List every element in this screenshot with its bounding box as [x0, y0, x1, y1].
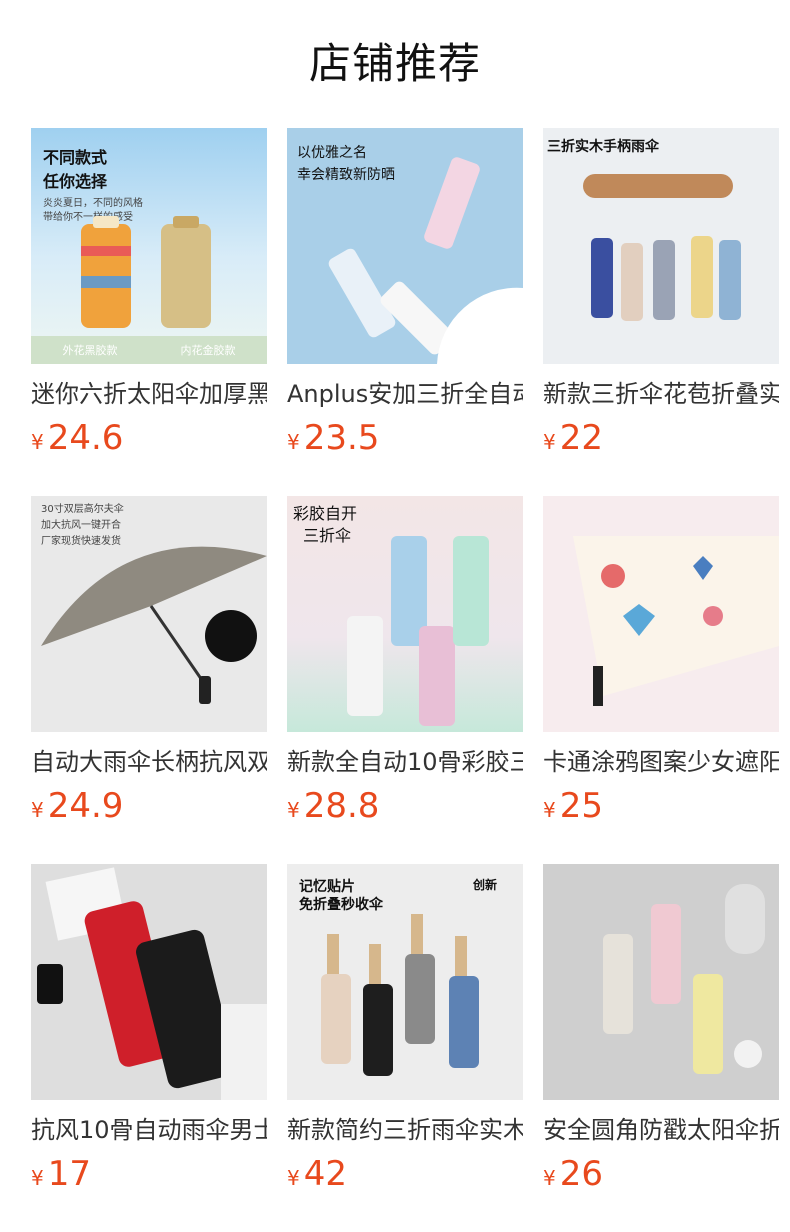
image-caption: 炎炎夏日，不同的风格 — [43, 198, 143, 209]
product-name[interactable]: 新款三折伞花苞折叠实木手柄雨伞 — [543, 378, 779, 410]
price-value: 26 — [559, 1154, 603, 1194]
product-price: ¥28.8 — [287, 786, 523, 832]
variant-label: 内花金胶款 — [180, 344, 236, 357]
product-image[interactable] — [31, 864, 267, 1100]
currency-symbol: ¥ — [31, 798, 44, 822]
product-card[interactable]: 记忆贴片 免折叠秒收伞 创新 新款简约三折雨伞实木手柄 ¥42 — [287, 864, 523, 1200]
umbrella-illustration — [573, 536, 779, 706]
product-name[interactable]: 迷你六折太阳伞加厚黑胶防晒防紫外线 — [31, 378, 267, 410]
product-name[interactable]: 抗风10骨自动雨伞男士商务 — [31, 1114, 267, 1146]
currency-symbol: ¥ — [543, 1166, 556, 1190]
price-value: 25 — [559, 786, 603, 826]
product-card[interactable]: 不同款式 任你选择 炎炎夏日，不同的风格 带给你不一样的感受 外花黑胶款 内花金… — [31, 128, 267, 464]
product-price: ¥22 — [543, 418, 779, 464]
product-price: ¥24.6 — [31, 418, 267, 464]
product-image[interactable]: 不同款式 任你选择 炎炎夏日，不同的风格 带给你不一样的感受 外花黑胶款 内花金… — [31, 128, 267, 364]
product-card[interactable]: 卡通涂鸦图案少女遮阳伞 ¥25 — [543, 496, 779, 832]
product-card[interactable]: 抗风10骨自动雨伞男士商务 ¥17 — [31, 864, 267, 1200]
image-caption: 任你选择 — [43, 172, 108, 191]
umbrella-illustration — [37, 867, 267, 1100]
currency-symbol: ¥ — [287, 1166, 300, 1190]
umbrella-illustration — [321, 914, 479, 1076]
product-card[interactable]: 三折实木手柄雨伞 新款三折伞花苞折叠实木手柄雨伞 ¥22 — [543, 128, 779, 464]
price-value: 22 — [559, 418, 603, 458]
product-image[interactable]: 30寸双层高尔夫伞 加大抗风一键开合 厂家现货快速发货 — [31, 496, 267, 732]
umbrella-illustration — [41, 546, 267, 704]
currency-symbol: ¥ — [287, 430, 300, 454]
product-image[interactable] — [543, 496, 779, 732]
variant-label: 外花黑胶款 — [62, 344, 118, 357]
product-price: ¥42 — [287, 1154, 523, 1200]
image-caption: 不同款式 — [43, 148, 108, 167]
currency-symbol: ¥ — [31, 430, 44, 454]
product-name[interactable]: 新款全自动10骨彩胶三折伞 — [287, 746, 523, 778]
product-card[interactable]: 安全圆角防戳太阳伞折叠 ¥26 — [543, 864, 779, 1200]
umbrella-illustration — [583, 174, 741, 321]
product-image[interactable]: 以优雅之名 幸会精致新防晒 — [287, 128, 523, 364]
umbrella-illustration — [347, 536, 489, 726]
product-card[interactable]: 以优雅之名 幸会精致新防晒 Anplus安加三折全自动晴雨两用伞 ¥23.5 — [287, 128, 523, 464]
price-value: 28.8 — [303, 786, 380, 826]
currency-symbol: ¥ — [543, 430, 556, 454]
product-price: ¥24.9 — [31, 786, 267, 832]
product-card[interactable]: 彩胶自开 三折伞 新款全自动10骨彩胶三折伞 ¥28.8 — [287, 496, 523, 832]
product-price: ¥23.5 — [287, 418, 523, 464]
product-name[interactable]: 新款简约三折雨伞实木手柄 — [287, 1114, 523, 1146]
umbrella-illustration — [81, 216, 211, 328]
umbrella-illustration — [603, 884, 765, 1074]
product-name[interactable]: 安全圆角防戳太阳伞折叠 — [543, 1114, 779, 1146]
currency-symbol: ¥ — [543, 798, 556, 822]
price-value: 23.5 — [303, 418, 380, 458]
product-name[interactable]: Anplus安加三折全自动晴雨两用伞 — [287, 378, 523, 410]
price-value: 17 — [47, 1154, 91, 1194]
product-price: ¥17 — [31, 1154, 267, 1200]
product-image[interactable]: 三折实木手柄雨伞 — [543, 128, 779, 364]
variant-bar: 外花黑胶款 内花金胶款 — [31, 336, 267, 364]
product-price: ¥26 — [543, 1154, 779, 1200]
price-value: 24.6 — [47, 418, 124, 458]
price-value: 24.9 — [47, 786, 124, 826]
product-image[interactable] — [543, 864, 779, 1100]
product-card[interactable]: 30寸双层高尔夫伞 加大抗风一键开合 厂家现货快速发货 自动大雨伞长柄抗风双层高… — [31, 496, 267, 832]
product-image[interactable]: 彩胶自开 三折伞 — [287, 496, 523, 732]
umbrella-illustration — [328, 157, 523, 364]
product-name[interactable]: 自动大雨伞长柄抗风双层高尔夫伞 — [31, 746, 267, 778]
product-name[interactable]: 卡通涂鸦图案少女遮阳伞 — [543, 746, 779, 778]
product-grid: 不同款式 任你选择 炎炎夏日，不同的风格 带给你不一样的感受 外花黑胶款 内花金… — [31, 128, 779, 1200]
price-value: 42 — [303, 1154, 347, 1194]
currency-symbol: ¥ — [287, 798, 300, 822]
section-title: 店铺推荐 — [308, 39, 481, 88]
product-image[interactable]: 记忆贴片 免折叠秒收伞 创新 — [287, 864, 523, 1100]
product-price: ¥25 — [543, 786, 779, 832]
currency-symbol: ¥ — [31, 1166, 44, 1190]
